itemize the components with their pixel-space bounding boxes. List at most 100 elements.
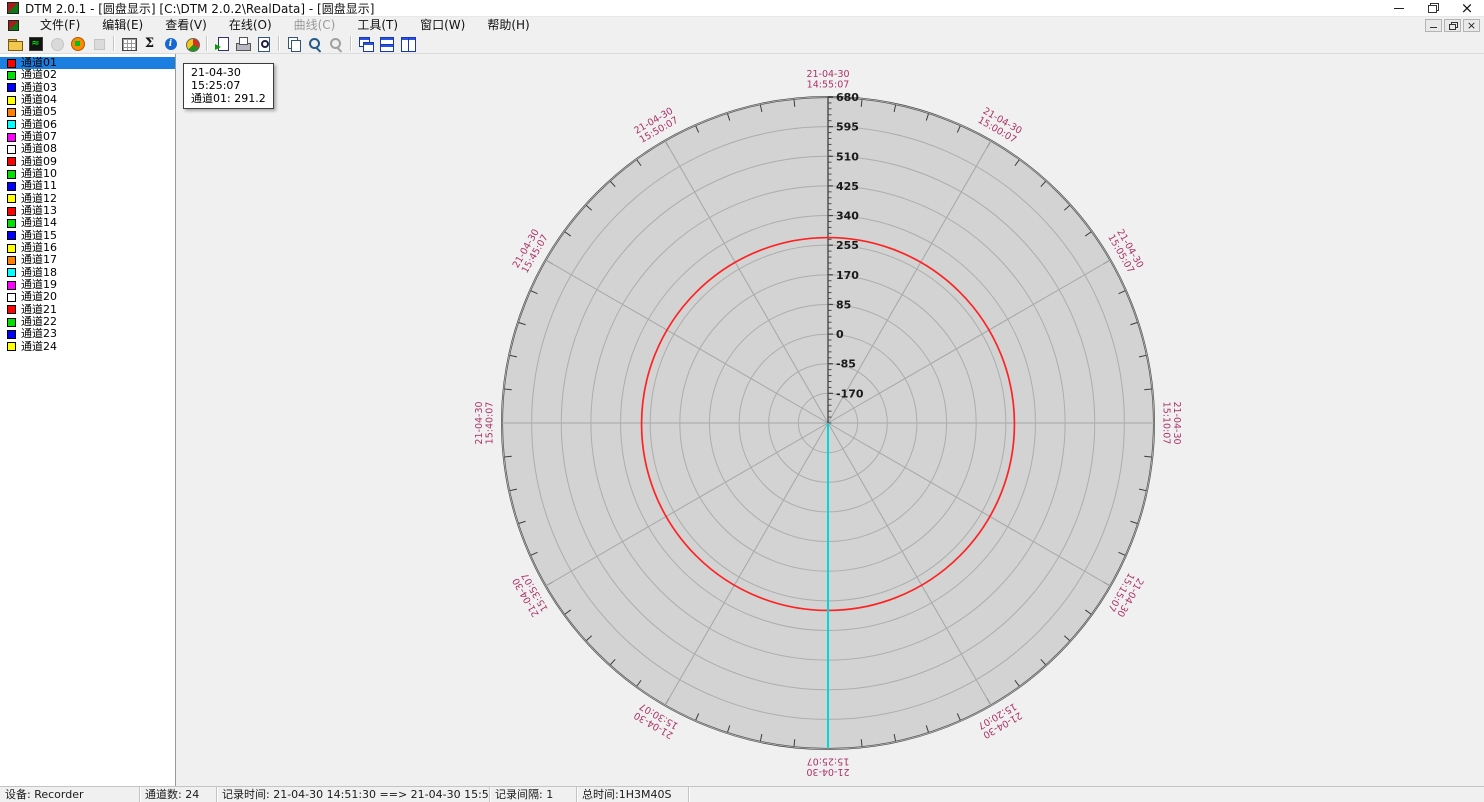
time-label: 21-04-3015:10:07 — [1161, 401, 1183, 444]
info-icon — [163, 36, 179, 52]
statistics-sigma-button[interactable] — [139, 34, 160, 53]
menu-bar: 文件(F)编辑(E)查看(V)在线(O)曲线(C)工具(T)窗口(W)帮助(H) — [0, 17, 1484, 34]
app-icon — [7, 2, 19, 14]
channel-item[interactable]: 通道05 — [0, 106, 175, 118]
cascade-windows-button[interactable] — [355, 34, 376, 53]
print-preview-button[interactable] — [253, 34, 274, 53]
channel-color-swatch — [7, 281, 16, 290]
time-label: 21-04-3015:25:07 — [806, 756, 849, 778]
channel-label: 通道03 — [21, 82, 57, 94]
tooltip-value: 通道01: 291.2 — [191, 92, 266, 105]
stop-button — [88, 34, 109, 53]
channel-item[interactable]: 通道24 — [0, 341, 175, 353]
zoom-out-button — [325, 34, 346, 53]
status-panel-0: 设备: Recorder — [0, 787, 140, 802]
status-bar: 设备: Recorder通道数: 24记录时间: 21-04-30 14:51:… — [0, 786, 1484, 802]
data-table-button[interactable] — [118, 34, 139, 53]
menu-tools[interactable]: 工具(T) — [346, 17, 409, 34]
mdi-window-controls — [1425, 19, 1480, 32]
pie-view-button[interactable] — [181, 34, 202, 53]
channel-color-swatch — [7, 59, 16, 68]
open-file-button[interactable] — [4, 34, 25, 53]
channel-color-swatch — [7, 71, 16, 80]
cascade-windows-icon — [358, 36, 374, 52]
channel-label: 通道21 — [21, 304, 57, 316]
channel-list: 通道01通道02通道03通道04通道05通道06通道07通道08通道09通道10… — [0, 54, 176, 786]
data-view-button[interactable] — [25, 34, 46, 53]
child-close-button[interactable] — [1463, 19, 1480, 32]
copy-button[interactable] — [283, 34, 304, 53]
channel-label: 通道18 — [21, 267, 57, 279]
channel-label: 通道14 — [21, 217, 57, 229]
channel-color-swatch — [7, 342, 16, 351]
zoom-in-button[interactable] — [304, 34, 325, 53]
channel-color-swatch — [7, 145, 16, 154]
main-area: 通道01通道02通道03通道04通道05通道06通道07通道08通道09通道10… — [0, 54, 1484, 786]
menu-window[interactable]: 窗口(W) — [409, 17, 476, 34]
channel-item[interactable]: 通道20 — [0, 291, 175, 303]
channel-item[interactable]: 通道17 — [0, 254, 175, 266]
title-bar: DTM 2.0.1 - [圆盘显示] [C:\DTM 2.0.2\RealDat… — [0, 0, 1484, 17]
menu-edit[interactable]: 编辑(E) — [91, 17, 154, 34]
connect-button — [46, 34, 67, 53]
open-file-icon — [7, 36, 23, 52]
minimize-button[interactable] — [1382, 0, 1416, 17]
tile-vertical-button[interactable] — [397, 34, 418, 53]
channel-color-swatch — [7, 293, 16, 302]
print-preview-icon — [256, 36, 272, 52]
radial-tick-label: 425 — [836, 180, 859, 193]
channel-label: 通道09 — [21, 156, 57, 168]
toolbar — [0, 34, 1484, 54]
channel-color-swatch — [7, 207, 16, 216]
channel-item[interactable]: 通道11 — [0, 180, 175, 192]
channel-item[interactable]: 通道08 — [0, 143, 175, 155]
channel-label: 通道23 — [21, 328, 57, 340]
channel-color-swatch — [7, 318, 16, 327]
zoom-in-icon — [307, 36, 323, 52]
child-minimize-button[interactable] — [1425, 19, 1442, 32]
channel-color-swatch — [7, 244, 16, 253]
info-button[interactable] — [160, 34, 181, 53]
polar-chart-panel: 680595510425340255170850-85-17021-04-301… — [176, 54, 1484, 786]
channel-color-swatch — [7, 83, 16, 92]
menu-file[interactable]: 文件(F) — [29, 17, 91, 34]
radial-tick-label: 0 — [836, 328, 844, 341]
data-table-icon — [121, 36, 137, 52]
radial-tick-label: 680 — [836, 91, 859, 104]
data-view-icon — [28, 36, 44, 52]
export-button[interactable] — [211, 34, 232, 53]
channel-label: 通道17 — [21, 254, 57, 266]
print-button[interactable] — [232, 34, 253, 53]
tile-horizontal-button[interactable] — [376, 34, 397, 53]
toolbar-separator — [278, 36, 279, 51]
radial-tick-label: 340 — [836, 210, 859, 223]
child-window-icon[interactable] — [8, 20, 19, 31]
tile-vertical-icon — [400, 36, 416, 52]
channel-color-swatch — [7, 120, 16, 129]
channel-color-swatch — [7, 194, 16, 203]
channel-label: 通道06 — [21, 119, 57, 131]
channel-color-swatch — [7, 170, 16, 179]
menu-view[interactable]: 查看(V) — [154, 17, 218, 34]
record-icon — [70, 36, 86, 52]
menu-help[interactable]: 帮助(H) — [476, 17, 540, 34]
statistics-sigma-icon — [142, 36, 158, 52]
close-button[interactable] — [1450, 0, 1484, 17]
time-label: 21-04-3015:40:07 — [474, 401, 496, 444]
record-button[interactable] — [67, 34, 88, 53]
channel-item[interactable]: 通道23 — [0, 328, 175, 340]
menu-online[interactable]: 在线(O) — [218, 17, 283, 34]
channel-item[interactable]: 通道02 — [0, 69, 175, 81]
status-panel-1: 通道数: 24 — [140, 787, 217, 802]
channel-item[interactable]: 通道14 — [0, 217, 175, 229]
channel-color-swatch — [7, 330, 16, 339]
restore-button[interactable] — [1416, 0, 1450, 17]
status-panel-4: 总时间:1H3M40S — [577, 787, 689, 802]
polar-chart[interactable]: 680595510425340255170850-85-17021-04-301… — [176, 54, 1484, 786]
channel-label: 通道11 — [21, 180, 57, 192]
channel-color-swatch — [7, 108, 16, 117]
copy-icon — [286, 36, 302, 52]
radial-tick-label: 255 — [836, 239, 859, 252]
child-restore-button[interactable] — [1444, 19, 1461, 32]
status-panel-3: 记录间隔: 1 — [490, 787, 577, 802]
